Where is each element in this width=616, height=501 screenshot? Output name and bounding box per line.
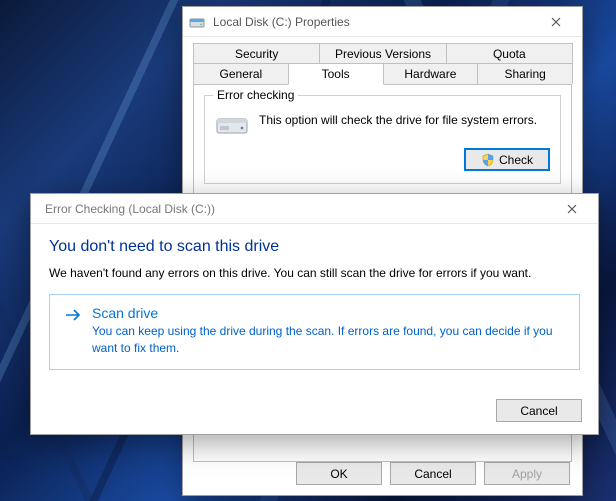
- tab-row-2: General Tools Hardware Sharing: [193, 63, 572, 84]
- error-checking-dialog: Error Checking (Local Disk (C:)) You don…: [30, 193, 599, 435]
- error-checking-legend: Error checking: [213, 88, 298, 102]
- properties-title: Local Disk (C:) Properties: [209, 15, 536, 29]
- tab-quota[interactable]: Quota: [446, 43, 573, 64]
- properties-button-row: OK Cancel Apply: [296, 462, 570, 485]
- properties-titlebar[interactable]: Local Disk (C:) Properties: [183, 7, 582, 37]
- tab-strip: Security Previous Versions Quota General…: [193, 43, 572, 84]
- apply-button[interactable]: Apply: [484, 462, 570, 485]
- error-dialog-subtext: We haven't found any errors on this driv…: [49, 266, 580, 280]
- drive-icon: [215, 112, 249, 138]
- arrow-right-icon: [64, 306, 82, 324]
- disk-icon: [189, 14, 205, 30]
- error-dialog-button-row: Cancel: [496, 399, 582, 422]
- check-button-label: Check: [499, 153, 533, 167]
- scan-drive-title: Scan drive: [92, 305, 565, 321]
- ok-button[interactable]: OK: [296, 462, 382, 485]
- tab-hardware[interactable]: Hardware: [383, 63, 479, 84]
- error-dialog-titlebar[interactable]: Error Checking (Local Disk (C:)): [31, 194, 598, 224]
- error-dialog-cancel-button[interactable]: Cancel: [496, 399, 582, 422]
- close-icon: [567, 204, 577, 214]
- tab-security[interactable]: Security: [193, 43, 320, 64]
- tab-previous-versions[interactable]: Previous Versions: [319, 43, 446, 64]
- shield-icon: [481, 153, 495, 167]
- error-dialog-close-button[interactable]: [552, 197, 592, 221]
- error-dialog-title: Error Checking (Local Disk (C:)): [37, 202, 552, 216]
- properties-close-button[interactable]: [536, 10, 576, 34]
- error-dialog-body: You don't need to scan this drive We hav…: [31, 224, 598, 384]
- error-checking-group: Error checking This option will check th…: [204, 95, 561, 184]
- tab-tools[interactable]: Tools: [288, 63, 384, 85]
- cancel-button[interactable]: Cancel: [390, 462, 476, 485]
- close-icon: [551, 17, 561, 27]
- scan-drive-desc: You can keep using the drive during the …: [92, 323, 565, 357]
- tab-sharing[interactable]: Sharing: [477, 63, 573, 84]
- scan-drive-text: Scan drive You can keep using the drive …: [92, 305, 565, 357]
- tab-row-1: Security Previous Versions Quota: [193, 43, 572, 64]
- error-checking-text: This option will check the drive for fil…: [259, 112, 550, 128]
- scan-drive-option[interactable]: Scan drive You can keep using the drive …: [49, 294, 580, 370]
- check-button[interactable]: Check: [464, 148, 550, 171]
- tab-general[interactable]: General: [193, 63, 289, 84]
- error-dialog-headline: You don't need to scan this drive: [49, 238, 580, 256]
